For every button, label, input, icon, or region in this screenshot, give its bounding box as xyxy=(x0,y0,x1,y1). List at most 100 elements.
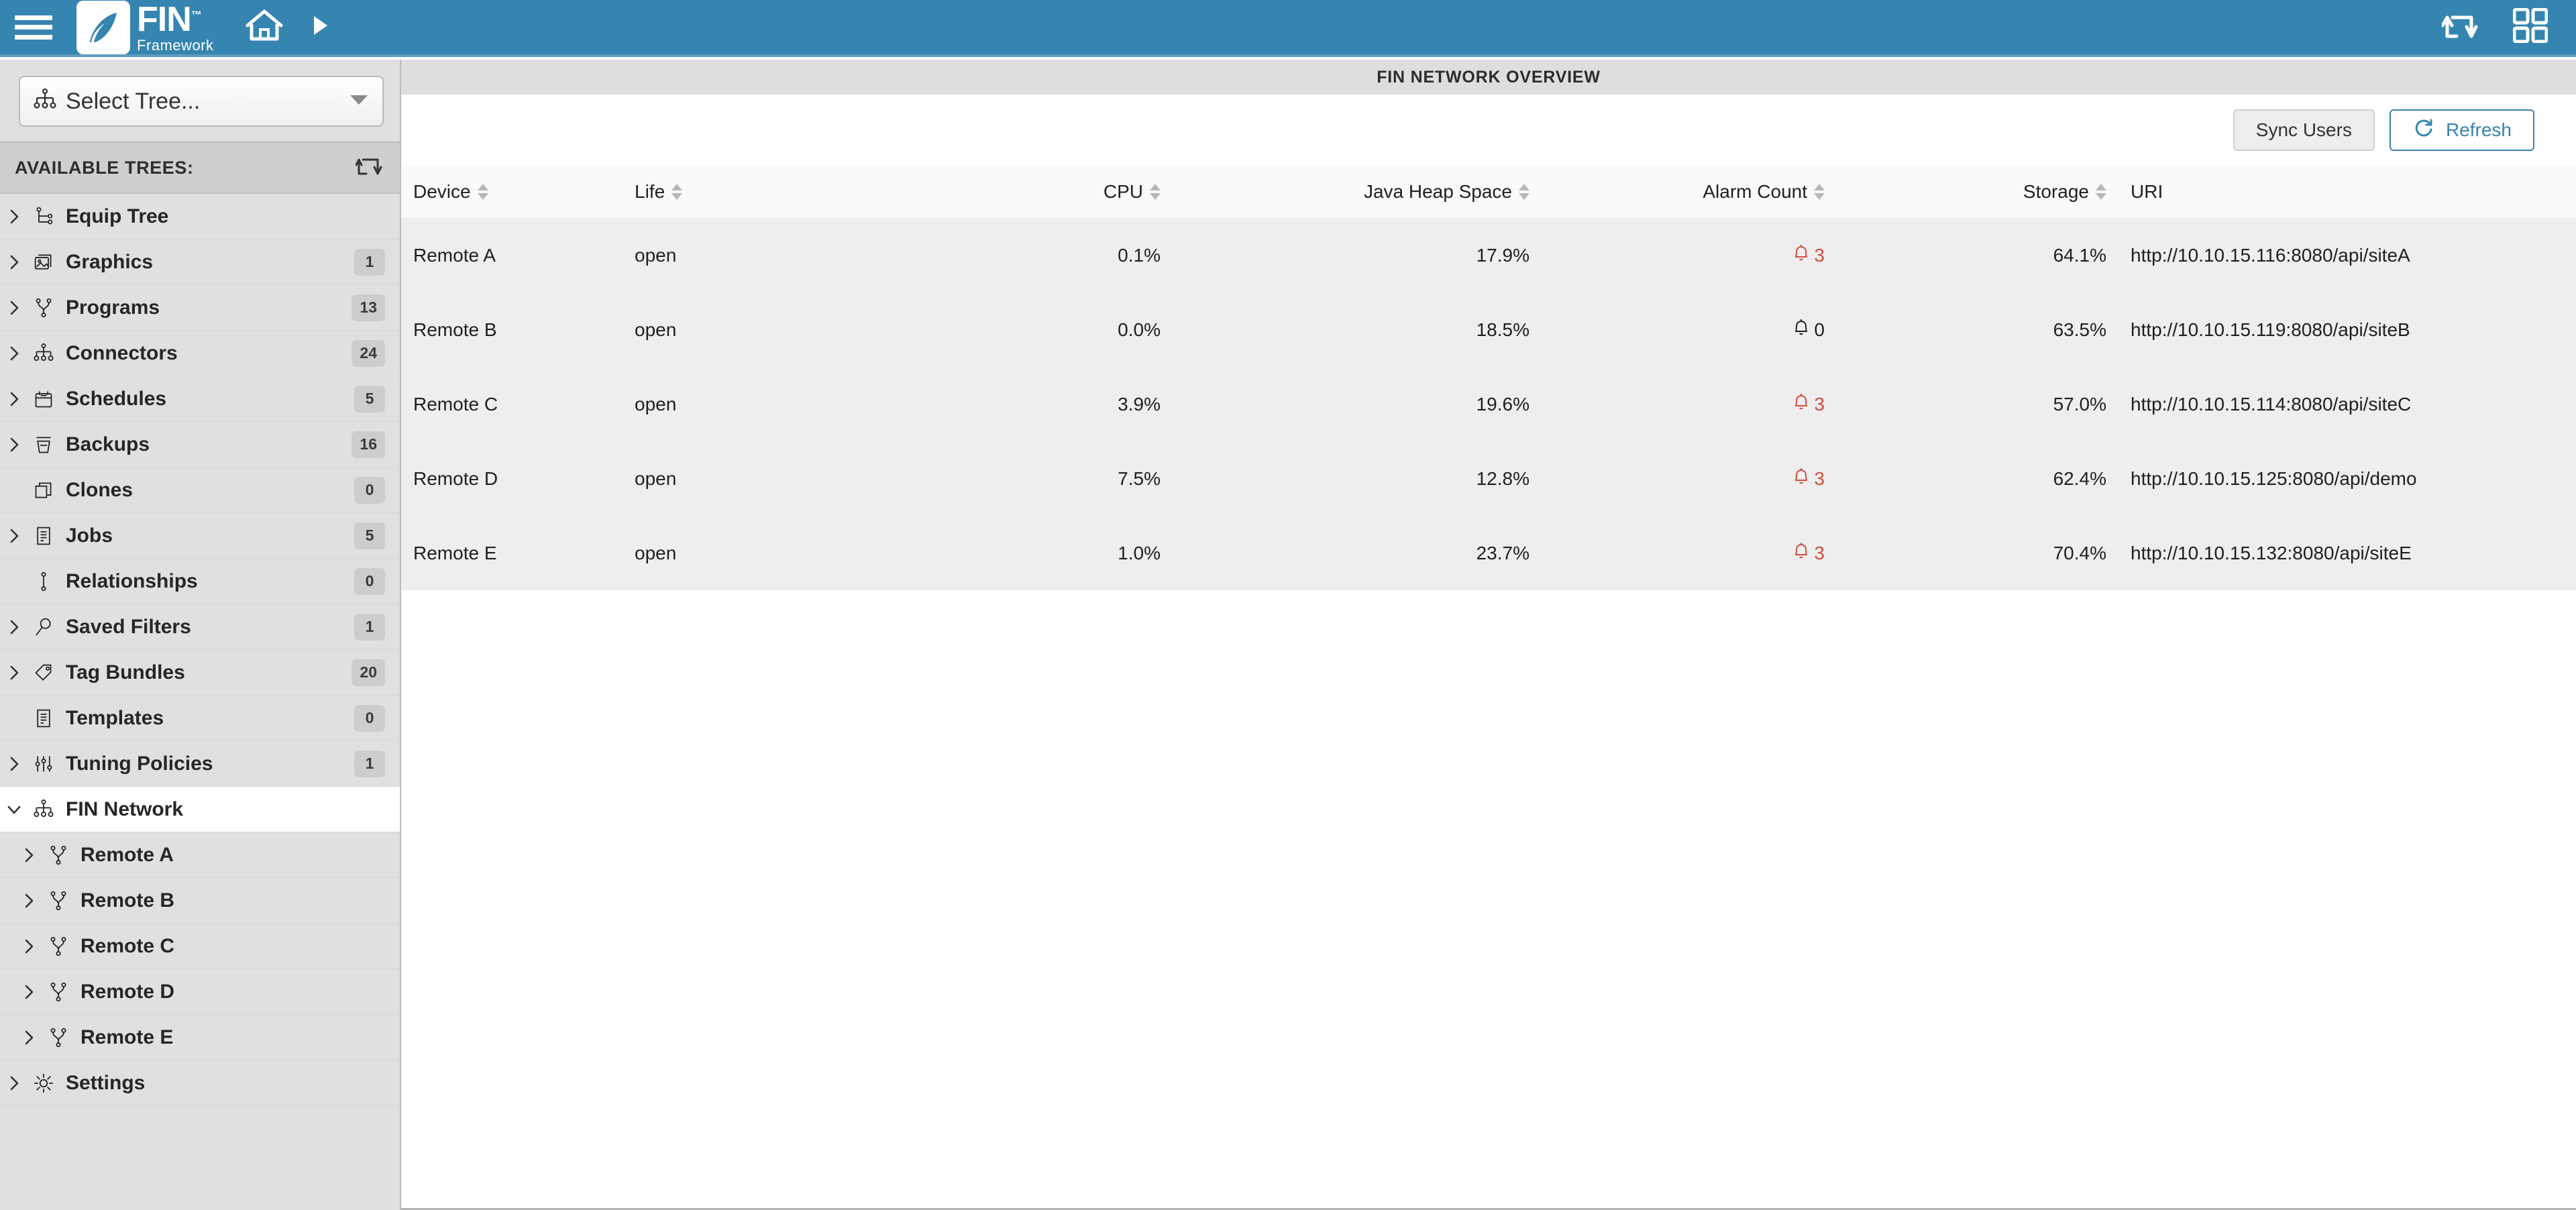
sidebar-item-connectors[interactable]: Connectors 24 xyxy=(0,331,400,376)
sidebar-item-tag-bundles[interactable]: Tag Bundles 20 xyxy=(0,650,400,696)
table-row[interactable]: Remote E open 1.0% 23.7% 3 70.4% http://10.10.… xyxy=(401,516,2576,590)
logo-wordmark: FIN™ Framework xyxy=(137,2,214,53)
chevron-right-icon[interactable] xyxy=(0,254,28,271)
cell-storage: 57.0% xyxy=(2053,393,2106,415)
chevron-right-icon[interactable] xyxy=(15,846,43,864)
chevron-right-icon[interactable] xyxy=(0,664,28,681)
sidebar-item-relationships[interactable]: Relationships 0 xyxy=(0,559,400,604)
sidebar-item-label: Connectors xyxy=(66,341,178,364)
sitemap-icon xyxy=(28,799,59,820)
table-row[interactable]: Remote D open 7.5% 12.8% 3 62.4% http://10.10.… xyxy=(401,441,2576,516)
sidebar-item-backups[interactable]: Backups 16 xyxy=(0,422,400,468)
hamburger-icon[interactable] xyxy=(15,12,52,43)
document-icon xyxy=(28,526,59,546)
chevron-right-icon[interactable] xyxy=(15,892,43,910)
main-content: FIN NETWORK OVERVIEW Sync Users Refresh … xyxy=(401,60,2576,1210)
chevron-right-icon[interactable] xyxy=(15,983,43,1001)
sort-toggle-icon[interactable] xyxy=(1519,184,1529,200)
cell-java-heap-space: 12.8% xyxy=(1476,468,1529,489)
cell-java-heap-space: 23.7% xyxy=(1476,542,1529,563)
document-icon xyxy=(28,708,59,728)
sidebar-item-jobs[interactable]: Jobs 5 xyxy=(0,513,400,559)
column-header-alarm-count[interactable]: Alarm Count xyxy=(1542,166,1837,218)
sidebar-item-badge: 0 xyxy=(354,704,385,732)
logo-tagline: Framework xyxy=(137,36,214,54)
sidebar: Select Tree... AVAILABLE TREES: Equip Tr… xyxy=(0,60,401,1210)
cell-java-heap-space: 18.5% xyxy=(1476,319,1529,340)
table-row[interactable]: Remote B open 0.0% 18.5% 0 63.5% http://10.10.… xyxy=(401,292,2576,367)
sidebar-item-fin-network[interactable]: FIN Network xyxy=(0,787,400,832)
refresh-button[interactable]: Refresh xyxy=(2389,109,2534,151)
table-header-row: Device Life CPU Java Heap Space Alarm Count S… xyxy=(401,166,2576,218)
column-header-device[interactable]: Device xyxy=(401,166,623,218)
image-icon xyxy=(28,252,59,272)
sync-arrows-icon[interactable] xyxy=(2440,9,2478,45)
sidebar-item-tuning-policies[interactable]: Tuning Policies 1 xyxy=(0,741,400,787)
table-row[interactable]: Remote C open 3.9% 19.6% 3 57.0% http://10.10.… xyxy=(401,367,2576,441)
column-header-java-heap-space[interactable]: Java Heap Space xyxy=(1173,166,1542,218)
chevron-right-icon[interactable] xyxy=(0,1075,28,1092)
cell-life: open xyxy=(635,244,677,266)
network-overview-table: Device Life CPU Java Heap Space Alarm Count S… xyxy=(401,166,2576,590)
alarm-count-value: 3 xyxy=(1814,468,1825,489)
cell-alarm-count: 3 xyxy=(1542,516,1837,590)
sidebar-item-remote-b[interactable]: Remote B xyxy=(0,878,400,924)
sort-toggle-icon[interactable] xyxy=(672,184,683,200)
sidebar-item-graphics[interactable]: Graphics 1 xyxy=(0,239,400,285)
fork-icon xyxy=(43,982,74,1002)
column-header-cpu[interactable]: CPU xyxy=(891,166,1173,218)
chevron-right-icon[interactable] xyxy=(0,299,28,317)
fork-icon xyxy=(43,845,74,865)
chevron-right-icon[interactable] xyxy=(0,345,28,362)
play-arrow-icon[interactable] xyxy=(312,15,329,40)
sort-toggle-icon[interactable] xyxy=(477,184,488,200)
sync-users-button[interactable]: Sync Users xyxy=(2233,109,2375,151)
sort-toggle-icon[interactable] xyxy=(1814,184,1825,200)
chevron-down-icon[interactable] xyxy=(0,801,28,818)
column-header-storage[interactable]: Storage xyxy=(1837,166,2118,218)
available-trees-label: AVAILABLE TREES: xyxy=(15,157,194,178)
sort-toggle-icon[interactable] xyxy=(1150,184,1161,200)
cell-life: open xyxy=(635,468,677,489)
sidebar-item-remote-e[interactable]: Remote E xyxy=(0,1015,400,1060)
sidebar-item-remote-c[interactable]: Remote C xyxy=(0,924,400,969)
sidebar-item-saved-filters[interactable]: Saved Filters 1 xyxy=(0,604,400,650)
bell-icon xyxy=(1792,467,1810,490)
sidebar-item-settings[interactable]: Settings xyxy=(0,1060,400,1106)
chevron-right-icon[interactable] xyxy=(15,1029,43,1046)
app-logo[interactable]: FIN™ Framework xyxy=(76,0,214,54)
chevron-right-icon[interactable] xyxy=(0,618,28,636)
fin-feather-icon xyxy=(76,0,130,54)
chevron-right-icon[interactable] xyxy=(0,527,28,545)
sidebar-item-badge: 0 xyxy=(354,567,385,595)
column-header-label: Java Heap Space xyxy=(1363,181,1512,202)
sync-arrows-icon[interactable] xyxy=(355,155,382,181)
chevron-right-icon[interactable] xyxy=(0,755,28,773)
sidebar-item-badge: 20 xyxy=(352,659,385,686)
sidebar-item-equip-tree[interactable]: Equip Tree xyxy=(0,194,400,239)
sidebar-item-clones[interactable]: Clones 0 xyxy=(0,468,400,513)
sidebar-item-label: Programs xyxy=(66,296,160,319)
cell-device: Remote C xyxy=(413,393,498,415)
grid-apps-icon[interactable] xyxy=(2512,7,2548,46)
select-tree-dropdown[interactable]: Select Tree... xyxy=(19,76,384,127)
sidebar-item-programs[interactable]: Programs 13 xyxy=(0,285,400,331)
chevron-right-icon[interactable] xyxy=(0,208,28,225)
table-row[interactable]: Remote A open 0.1% 17.9% 3 64.1% http://10.10.… xyxy=(401,218,2576,292)
home-icon[interactable] xyxy=(245,8,284,46)
chevron-right-icon[interactable] xyxy=(15,938,43,955)
cell-java-heap-space: 17.9% xyxy=(1476,244,1529,266)
cell-storage: 63.5% xyxy=(2053,319,2106,340)
sort-toggle-icon[interactable] xyxy=(2096,184,2106,200)
column-header-label: Life xyxy=(635,181,665,202)
search-icon xyxy=(28,617,59,637)
sidebar-item-templates[interactable]: Templates 0 xyxy=(0,696,400,741)
link-node-icon xyxy=(28,571,59,592)
sidebar-item-schedules[interactable]: Schedules 5 xyxy=(0,376,400,422)
chevron-right-icon[interactable] xyxy=(0,390,28,408)
sidebar-item-remote-d[interactable]: Remote D xyxy=(0,969,400,1015)
chevron-right-icon[interactable] xyxy=(0,436,28,453)
sidebar-item-remote-a[interactable]: Remote A xyxy=(0,832,400,878)
column-header-life[interactable]: Life xyxy=(623,166,891,218)
fork-icon xyxy=(43,936,74,956)
